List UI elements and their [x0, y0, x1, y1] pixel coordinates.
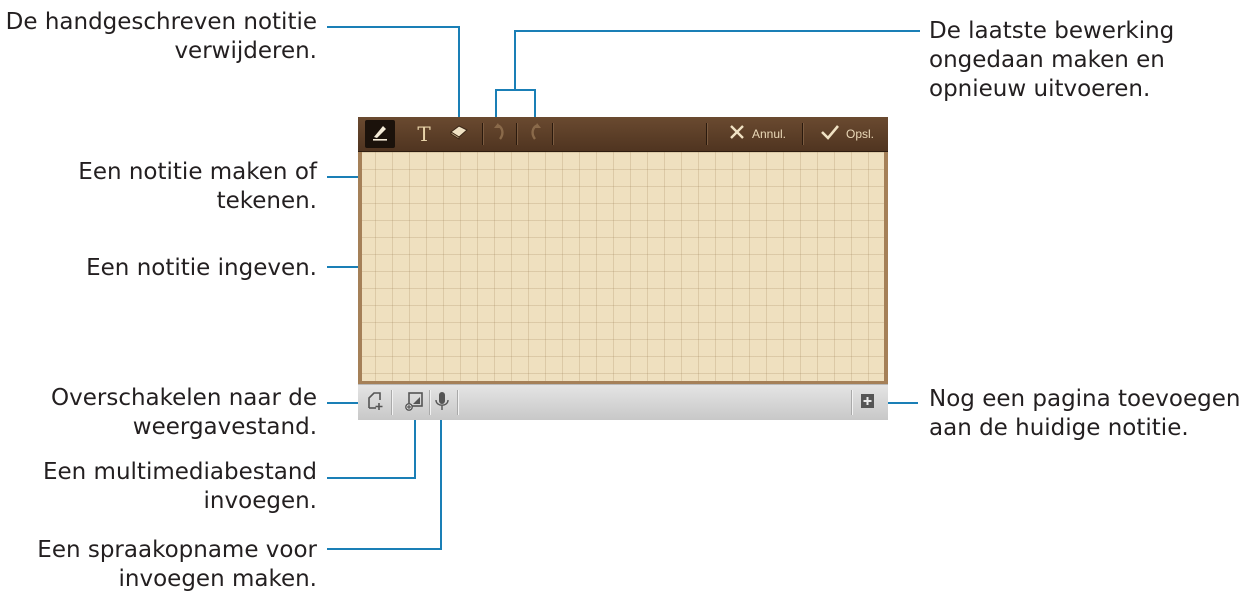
annotation-voice: Een spraakopname voor invoegen maken.	[37, 537, 317, 592]
editor-toolbar: T Annul. Opsl.	[358, 117, 888, 152]
cancel-button[interactable]: Annul.	[716, 120, 798, 148]
annotation-erase: De handgeschreven notitie verwijderen.	[5, 9, 317, 64]
save-button[interactable]: Opsl.	[810, 120, 884, 148]
callout-line-erase	[327, 26, 460, 28]
toolbar-divider	[552, 123, 553, 145]
annotation-view-mode: Overschakelen naar de weergavestand.	[51, 385, 317, 440]
eraser-tool-button[interactable]	[444, 120, 474, 148]
callout-line-media	[327, 477, 416, 479]
s-note-editor: T Annul. Opsl.	[358, 117, 888, 420]
redo-button[interactable]	[520, 120, 550, 148]
save-label: Opsl.	[845, 127, 874, 141]
annotation-media: Een multimediabestand invoegen.	[42, 459, 317, 514]
add-page-button[interactable]	[856, 390, 880, 415]
callout-line-erase-v	[458, 26, 460, 128]
view-mode-button[interactable]	[364, 390, 388, 415]
insert-media-icon	[404, 391, 424, 415]
bottom-toolbar	[358, 384, 888, 420]
bottom-divider	[457, 390, 458, 415]
bottom-divider	[391, 390, 392, 415]
toolbar-divider	[802, 123, 803, 145]
toolbar-divider	[706, 123, 707, 145]
annotation-add-page: Nog een pagina toevoegen aan de huidige …	[929, 386, 1241, 441]
text-tool-button[interactable]: T	[409, 120, 439, 148]
text-icon: T	[417, 122, 431, 146]
eraser-icon	[449, 123, 469, 145]
callout-line-undo-redo	[514, 30, 920, 32]
redo-icon	[528, 122, 542, 146]
callout-line-voice	[327, 548, 442, 550]
pen-tool-button[interactable]	[365, 120, 395, 148]
annotation-text-input: Een notitie ingeven.	[86, 255, 317, 281]
callout-line-voice-v	[440, 409, 442, 550]
insert-media-button[interactable]	[402, 390, 426, 415]
view-mode-icon	[366, 391, 386, 415]
cancel-label: Annul.	[751, 127, 787, 141]
close-icon	[728, 123, 746, 145]
voice-record-button[interactable]	[430, 390, 454, 415]
pen-icon	[371, 123, 389, 145]
drawing-canvas[interactable]	[358, 152, 888, 384]
undo-icon	[493, 122, 507, 146]
annotation-undo-redo: De laatste bewerking ongedaan maken en o…	[929, 18, 1175, 102]
toolbar-divider	[482, 123, 483, 145]
bottom-divider	[851, 390, 852, 415]
undo-button[interactable]	[485, 120, 515, 148]
annotation-draw: Een notitie maken of tekenen.	[78, 159, 317, 214]
microphone-icon	[434, 391, 450, 415]
callout-line-bracket-stem	[514, 30, 516, 90]
check-icon	[820, 123, 840, 145]
add-page-icon	[859, 392, 877, 414]
toolbar-divider	[516, 123, 517, 145]
